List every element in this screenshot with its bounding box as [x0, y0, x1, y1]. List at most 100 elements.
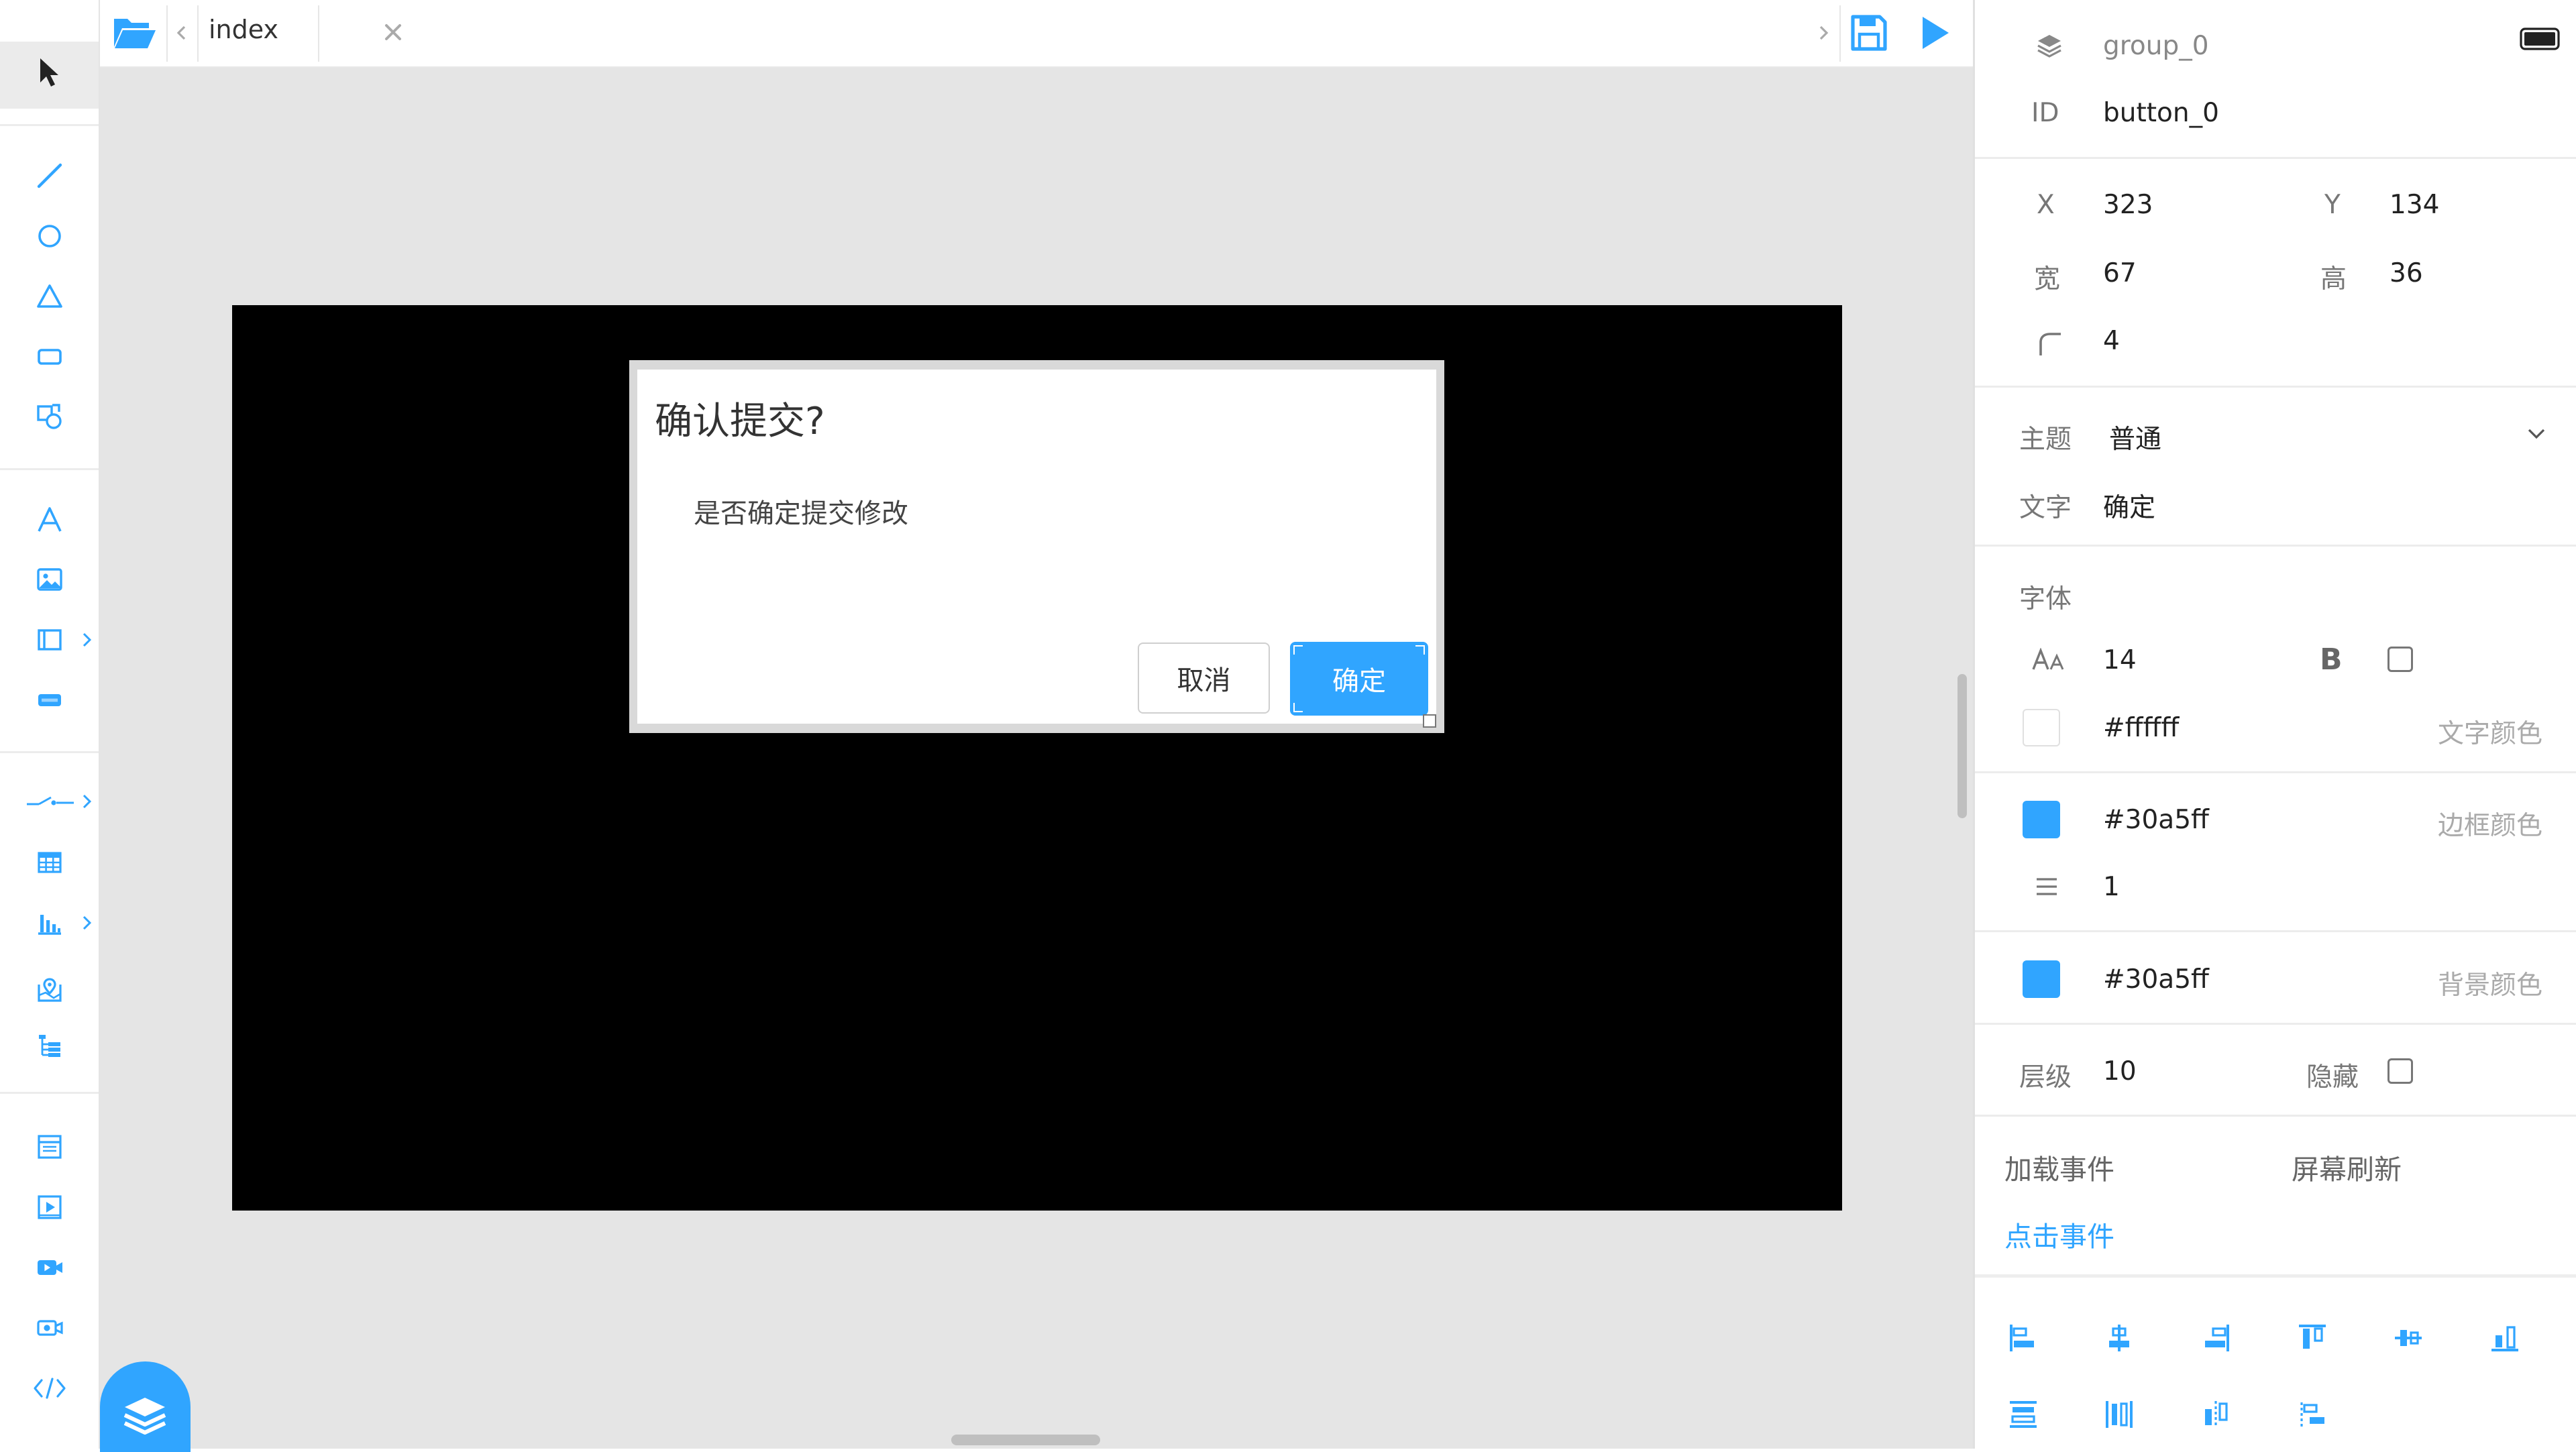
cursor-arrow-icon[interactable] [34, 55, 66, 90]
background-color-swatch[interactable] [2023, 960, 2060, 998]
camera-tool-icon[interactable] [34, 1312, 66, 1344]
text-tool-icon[interactable] [34, 503, 66, 537]
chart-tool-icon[interactable] [34, 907, 66, 939]
font-size-icon [2031, 644, 2068, 676]
play-preview-icon[interactable] [1915, 11, 1955, 55]
background-color-label: 背景颜色 [2438, 970, 2543, 1001]
tab-index[interactable]: index [199, 0, 417, 66]
horizontal-scrollbar[interactable] [951, 1435, 1100, 1445]
selection-corner [1415, 645, 1425, 655]
theme-value: 普通 [2109, 425, 2162, 455]
align-center-horizontal-icon[interactable] [2100, 1319, 2138, 1357]
video-tool-icon[interactable] [34, 1251, 66, 1284]
section-divider [1975, 157, 2576, 159]
tab-divider [318, 5, 319, 62]
border-width-icon [2030, 872, 2063, 901]
width-label: 宽 [2034, 264, 2061, 294]
tab-divider [1839, 5, 1841, 62]
font-section-title: 字体 [2019, 584, 2072, 614]
text-value[interactable]: 确定 [2103, 487, 2155, 524]
font-size-value[interactable]: 14 [2103, 645, 2137, 675]
bold-checkbox[interactable] [2387, 647, 2413, 672]
section-divider [1975, 1115, 2576, 1117]
x-value[interactable]: 323 [2103, 190, 2153, 220]
slideshow-tool-icon[interactable] [34, 1191, 66, 1223]
theme-select[interactable]: 普通 [2109, 409, 2559, 456]
click-event-tab[interactable]: 点击事件 [2004, 1214, 2114, 1254]
radius-value[interactable]: 4 [2103, 326, 2120, 356]
text-color-label: 文字颜色 [2438, 719, 2543, 749]
page-tool-icon[interactable] [34, 1131, 66, 1163]
ok-button-label: 确定 [1332, 666, 1386, 697]
dialog-message: 是否确定提交修改 [694, 498, 908, 529]
file-tab-bar: index [100, 0, 1973, 68]
dialog-title: 确认提交? [655, 400, 825, 443]
code-tool-icon[interactable] [31, 1372, 68, 1404]
hidden-checkbox[interactable] [2387, 1058, 2413, 1084]
cancel-button[interactable]: 取消 [1138, 643, 1270, 714]
resize-handle[interactable] [1423, 714, 1436, 728]
panel-tool-icon[interactable] [34, 624, 66, 656]
image-tool-icon[interactable] [34, 563, 66, 596]
properties-panel: group_0 ID button_0 X 323 Y 134 宽 67 高 3… [1973, 0, 2576, 1449]
text-color-value[interactable]: #ffffff [2103, 713, 2179, 743]
align-left-icon[interactable] [2004, 1319, 2042, 1357]
text-color-swatch[interactable] [2023, 709, 2060, 746]
vertical-scrollbar[interactable] [1957, 674, 1967, 818]
chevron-right-icon[interactable] [79, 915, 94, 930]
distribute-horizontal-icon[interactable] [2100, 1396, 2138, 1433]
toolbar-divider [0, 468, 99, 470]
refresh-event-tab[interactable]: 屏幕刷新 [2292, 1147, 2402, 1187]
id-label: ID [2031, 98, 2059, 128]
align-center-vertical-icon[interactable] [2390, 1319, 2427, 1357]
line-tool-icon[interactable] [34, 160, 66, 192]
component-toolbar [0, 0, 100, 1449]
hidden-label: 隐藏 [2306, 1062, 2359, 1093]
save-icon[interactable] [1847, 11, 1891, 55]
border-color-swatch[interactable] [2023, 801, 2060, 838]
border-width-value[interactable]: 1 [2103, 872, 2120, 902]
width-value[interactable]: 67 [2103, 258, 2137, 288]
device-frame-icon[interactable] [2518, 25, 2562, 52]
close-icon[interactable] [380, 19, 407, 46]
same-height-icon[interactable] [2197, 1396, 2235, 1433]
layer-value[interactable]: 10 [2103, 1056, 2137, 1086]
triangle-tool-icon[interactable] [34, 280, 66, 313]
layers-icon [115, 1388, 175, 1442]
distribute-vertical-icon[interactable] [2004, 1396, 2042, 1433]
layers-button[interactable] [100, 1361, 191, 1452]
switch-tool-icon[interactable] [24, 786, 78, 818]
group-name: group_0 [2103, 31, 2209, 61]
height-value[interactable]: 36 [2390, 258, 2423, 288]
dialog-group[interactable]: 确认提交? 是否确定提交修改 取消 确定 [629, 360, 1444, 733]
chevron-right-icon[interactable] [79, 794, 94, 809]
open-folder-icon[interactable] [111, 9, 158, 55]
tabs-scroll-right-icon[interactable] [1813, 20, 1835, 46]
align-toolbar [1975, 1278, 2576, 1449]
map-tool-icon[interactable] [34, 974, 66, 1006]
height-label: 高 [2320, 264, 2347, 294]
ok-button-selected[interactable]: 确定 [1290, 642, 1436, 728]
id-value[interactable]: button_0 [2103, 98, 2219, 128]
rectangle-tool-icon[interactable] [34, 341, 66, 373]
align-top-icon[interactable] [2294, 1319, 2331, 1357]
border-color-label: 边框颜色 [2438, 811, 2543, 841]
button-tool-icon[interactable] [34, 684, 66, 716]
table-tool-icon[interactable] [34, 846, 66, 879]
y-value[interactable]: 134 [2390, 190, 2439, 220]
tree-tool-icon[interactable] [34, 1029, 66, 1062]
circle-tool-icon[interactable] [34, 220, 66, 252]
same-width-icon[interactable] [2294, 1396, 2331, 1433]
section-divider [1975, 771, 2576, 773]
align-right-icon[interactable] [2197, 1319, 2235, 1357]
confirm-dialog[interactable]: 确认提交? 是否确定提交修改 取消 确定 [637, 370, 1436, 728]
x-label: X [2037, 190, 2055, 220]
selection-corner [1293, 703, 1303, 712]
border-color-value[interactable]: #30a5ff [2103, 805, 2209, 835]
custom-shape-tool-icon[interactable] [34, 401, 66, 433]
background-color-value[interactable]: #30a5ff [2103, 964, 2209, 995]
align-bottom-icon[interactable] [2486, 1319, 2524, 1357]
tabs-scroll-left-icon[interactable] [170, 20, 193, 46]
load-event-tab[interactable]: 加载事件 [2004, 1147, 2114, 1187]
chevron-right-icon[interactable] [79, 632, 94, 647]
